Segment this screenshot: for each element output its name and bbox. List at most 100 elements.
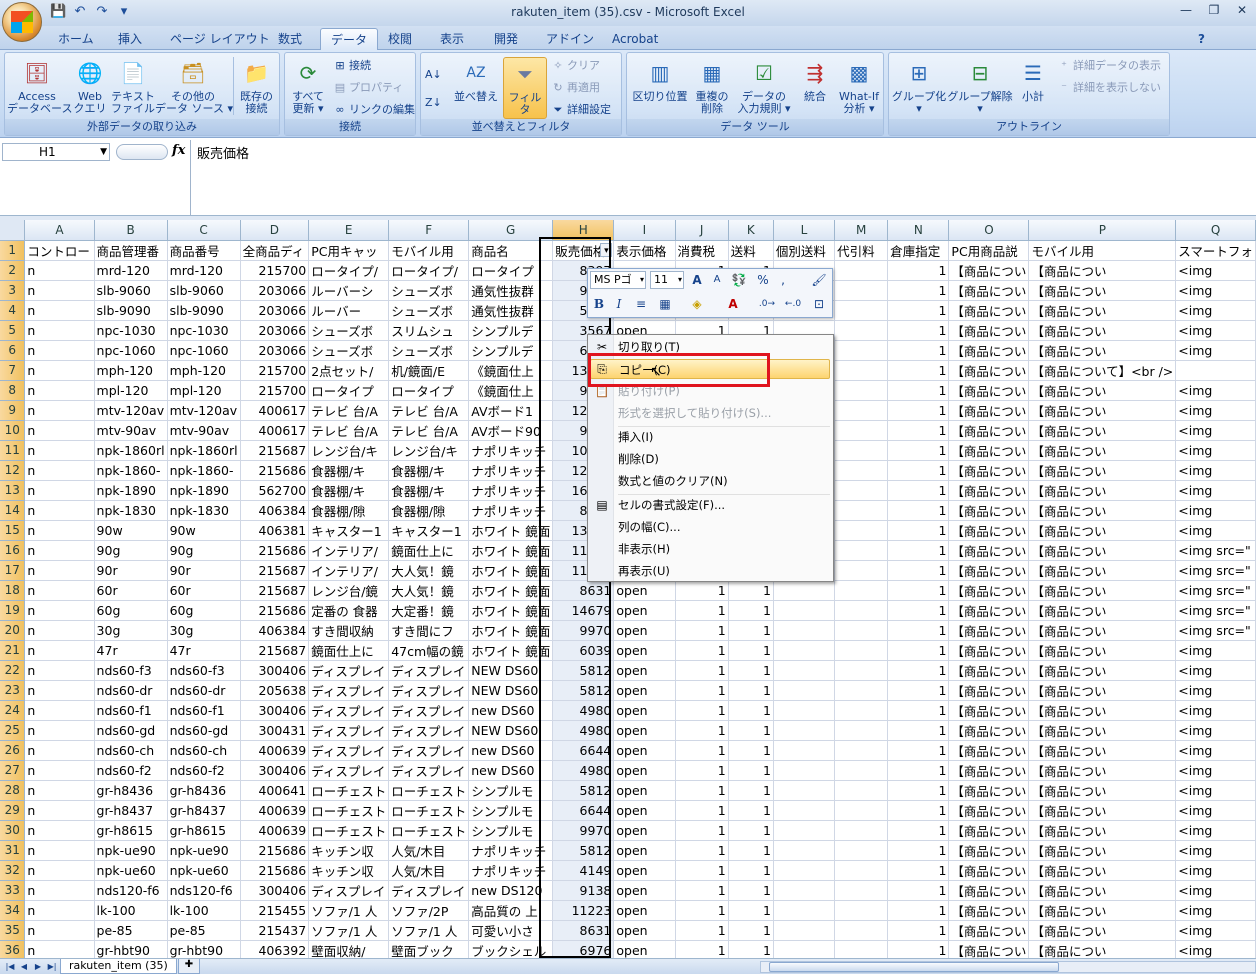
cell-m23[interactable] bbox=[834, 680, 889, 701]
row-header[interactable]: 17 bbox=[0, 560, 26, 581]
sort-za-button[interactable]: Z↓ bbox=[425, 93, 442, 111]
cell-n30[interactable]: 1 bbox=[887, 820, 950, 841]
cell-p6[interactable]: 【商品につい bbox=[1028, 340, 1177, 361]
cell-o15[interactable]: 【商品につい bbox=[948, 520, 1030, 541]
cell-p16[interactable]: 【商品につい bbox=[1028, 540, 1177, 561]
cell-n32[interactable]: 1 bbox=[887, 860, 950, 881]
cell-m31[interactable] bbox=[834, 840, 889, 861]
cell-d9[interactable]: 400617 bbox=[240, 400, 310, 421]
cell-p29[interactable]: 【商品につい bbox=[1028, 800, 1177, 821]
cell-m13[interactable] bbox=[834, 480, 889, 501]
cell-i34[interactable]: open bbox=[613, 900, 676, 921]
cell-a23[interactable]: n bbox=[24, 680, 95, 701]
cell-i33[interactable]: open bbox=[613, 880, 676, 901]
cell-a33[interactable]: n bbox=[24, 880, 95, 901]
cell-j23[interactable]: 1 bbox=[675, 680, 729, 701]
cell-f6[interactable]: シューズボ bbox=[388, 340, 470, 361]
cell-n31[interactable]: 1 bbox=[887, 840, 950, 861]
decrease-decimal-icon[interactable]: ←.0 bbox=[784, 295, 802, 313]
prev-sheet-icon[interactable]: ◀ bbox=[18, 960, 30, 973]
cell-d14[interactable]: 406384 bbox=[240, 500, 310, 521]
cell-e13[interactable]: 食器棚/キ bbox=[308, 480, 390, 501]
row-header[interactable]: 8 bbox=[0, 380, 26, 401]
cell-p5[interactable]: 【商品につい bbox=[1028, 320, 1177, 341]
cell-k32[interactable]: 1 bbox=[728, 860, 774, 881]
cell-l29[interactable] bbox=[773, 800, 836, 821]
cell-k28[interactable]: 1 bbox=[728, 780, 774, 801]
cell-q36[interactable]: <img bbox=[1175, 940, 1256, 958]
cell-p14[interactable]: 【商品につい bbox=[1028, 500, 1177, 521]
cell-m26[interactable] bbox=[834, 740, 889, 761]
cell-a11[interactable]: n bbox=[24, 440, 95, 461]
cell-i28[interactable]: open bbox=[613, 780, 676, 801]
cell-q17[interactable]: <img src=" bbox=[1175, 560, 1256, 581]
cell-n2[interactable]: 1 bbox=[887, 260, 950, 281]
cell-d28[interactable]: 400641 bbox=[240, 780, 310, 801]
row-header[interactable]: 7 bbox=[0, 360, 26, 381]
cell-h1[interactable]: 販売価格 ▾ bbox=[552, 240, 615, 261]
cell-d23[interactable]: 205638 bbox=[240, 680, 310, 701]
cell-n17[interactable]: 1 bbox=[887, 560, 950, 581]
cell-k36[interactable]: 1 bbox=[728, 940, 774, 958]
cell-p18[interactable]: 【商品につい bbox=[1028, 580, 1177, 601]
cell-e5[interactable]: シューズボ bbox=[308, 320, 390, 341]
cell-h34[interactable]: 11223 bbox=[552, 900, 615, 921]
cell-i25[interactable]: open bbox=[613, 720, 676, 741]
cell-g7[interactable]: 《鏡面仕上 bbox=[468, 360, 554, 381]
cell-b21[interactable]: 47r bbox=[94, 640, 168, 661]
consolidate-button[interactable]: ⇶ 統合 bbox=[797, 57, 833, 103]
cell-g29[interactable]: シンプルモ bbox=[468, 800, 554, 821]
cell-a30[interactable]: n bbox=[24, 820, 95, 841]
cell-h19[interactable]: 14679 bbox=[552, 600, 615, 621]
first-sheet-icon[interactable]: |◀ bbox=[4, 960, 16, 973]
cell-f3[interactable]: シューズボ bbox=[388, 280, 470, 301]
cell-l18[interactable] bbox=[773, 580, 836, 601]
web-query-button[interactable]: 🌐 Web クエリ bbox=[69, 57, 111, 115]
row-header[interactable]: 16 bbox=[0, 540, 26, 561]
cell-p9[interactable]: 【商品につい bbox=[1028, 400, 1177, 421]
cell-n7[interactable]: 1 bbox=[887, 360, 950, 381]
cell-i32[interactable]: open bbox=[613, 860, 676, 881]
cell-j18[interactable]: 1 bbox=[675, 580, 729, 601]
cell-b26[interactable]: nds60-ch bbox=[94, 740, 168, 761]
cell-e22[interactable]: ディスプレイ bbox=[308, 660, 390, 681]
cell-f11[interactable]: レンジ台/キ bbox=[388, 440, 470, 461]
grow-font-button[interactable]: A bbox=[688, 271, 706, 289]
row-header[interactable]: 13 bbox=[0, 480, 26, 501]
cell-a16[interactable]: n bbox=[24, 540, 95, 561]
font-size-box[interactable]: 11 ▾ bbox=[650, 271, 684, 289]
cell-e10[interactable]: テレビ 台/A bbox=[308, 420, 390, 441]
cell-h32[interactable]: 4149 bbox=[552, 860, 615, 881]
cell-l23[interactable] bbox=[773, 680, 836, 701]
cell-m11[interactable] bbox=[834, 440, 889, 461]
maximize-button[interactable]: ❐ bbox=[1200, 0, 1228, 22]
row-header[interactable]: 21 bbox=[0, 640, 26, 661]
cell-d24[interactable]: 300406 bbox=[240, 700, 310, 721]
cell-o14[interactable]: 【商品につい bbox=[948, 500, 1030, 521]
cell-e9[interactable]: テレビ 台/A bbox=[308, 400, 390, 421]
column-header-i[interactable]: I bbox=[613, 220, 676, 241]
cell-e30[interactable]: ローチェスト bbox=[308, 820, 390, 841]
cell-k27[interactable]: 1 bbox=[728, 760, 774, 781]
cell-q25[interactable]: <img bbox=[1175, 720, 1256, 741]
menu-item-format-cells[interactable]: セルの書式設定(F)... bbox=[618, 495, 830, 515]
cell-f4[interactable]: シューズボ bbox=[388, 300, 470, 321]
cell-d33[interactable]: 300406 bbox=[240, 880, 310, 901]
cell-m15[interactable] bbox=[834, 520, 889, 541]
cell-j25[interactable]: 1 bbox=[675, 720, 729, 741]
cell-c23[interactable]: nds60-dr bbox=[167, 680, 241, 701]
cell-q4[interactable]: <img bbox=[1175, 300, 1256, 321]
cell-b29[interactable]: gr-h8437 bbox=[94, 800, 168, 821]
cell-l27[interactable] bbox=[773, 760, 836, 781]
cell-o12[interactable]: 【商品につい bbox=[948, 460, 1030, 481]
cell-j27[interactable]: 1 bbox=[675, 760, 729, 781]
column-header-d[interactable]: D bbox=[240, 220, 310, 241]
cell-g1[interactable]: 商品名 bbox=[468, 240, 554, 261]
font-color-icon[interactable]: A bbox=[724, 295, 742, 313]
cell-e19[interactable]: 定番の 食器 bbox=[308, 600, 390, 621]
cell-g20[interactable]: ホワイト 鏡面 bbox=[468, 620, 554, 641]
cell-b32[interactable]: npk-ue60 bbox=[94, 860, 168, 881]
cell-c36[interactable]: gr-hbt90 bbox=[167, 940, 241, 958]
cell-k29[interactable]: 1 bbox=[728, 800, 774, 821]
cell-m36[interactable] bbox=[834, 940, 889, 958]
